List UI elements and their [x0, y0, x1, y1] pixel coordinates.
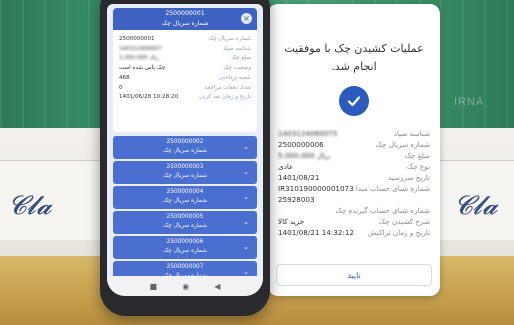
expanded-row-value: 2500000001 [119, 36, 155, 42]
receipt-row: تاریخ و زمان تراکنش 1401/08/21 14:32:12 [278, 227, 430, 238]
expanded-row-value: چک پاس شده است [119, 65, 166, 72]
chevron-down-icon[interactable]: ⌄ [243, 143, 249, 152]
expanded-row-value: ریال 1,000,000 [119, 55, 160, 62]
receipt-row: شماره شبای حساب مبدا IR310190000001073 [278, 183, 430, 194]
receipt-row: شناسه صیاد 1403124060075 [278, 128, 430, 139]
signature-left: 𝓒𝓵𝓪 [8, 191, 52, 221]
expanded-cheque-card: 2500000001 شماره سریال چک × شماره سریال … [113, 8, 257, 132]
receipt-row: 25928003 [278, 194, 430, 205]
expanded-row-label: شعبه پرداختی [218, 74, 251, 81]
receipt-row: مبلغ چک ریال 5,000,000 [278, 150, 430, 161]
receipt-row-label: تاریخ سررسید [387, 173, 430, 182]
receipt-row-label: مبلغ چک [404, 151, 430, 160]
cheque-image-left: 𝓒𝓵𝓪 [0, 160, 110, 240]
android-nav-bar: ■ ◉ ◀ [107, 276, 263, 296]
chevron-down-icon[interactable]: ⌄ [243, 218, 249, 227]
expanded-card-details: شماره سریال چک 2500000001 شناسه صیاد 140312… [113, 30, 257, 103]
expanded-row-value: 140312406007 [119, 45, 162, 52]
expanded-card-row: شناسه صیاد 140312406007 [119, 45, 251, 55]
cheque-list-item[interactable]: 2500000005 شماره سریال چک ⌄ [113, 211, 257, 234]
receipt-row: شماره شبای حساب گیرنده چک [278, 205, 430, 216]
receipt-row-value: 1403124060075 [278, 129, 338, 138]
cheque-item-serial: 2500000005 [166, 214, 204, 220]
receipt-row-label: شماره سریال چک [375, 140, 430, 149]
cheque-list-item[interactable]: 2500000006 شماره سریال چک ⌄ [113, 236, 257, 259]
back-icon[interactable]: ◀ [214, 282, 220, 291]
receipt-row: تاریخ سررسید 1401/08/21 [278, 172, 430, 183]
cheque-list: 2500000002 شماره سریال چک ⌄ 2500000003 شماره… [113, 136, 257, 296]
expanded-card-row: شعبه پرداختی 468 [119, 74, 251, 84]
receipt-row-value: 2500000006 [278, 140, 324, 149]
cheque-item-serial: 2500000007 [166, 264, 204, 270]
receipt-row: شرح کشیدن چک خرید کالا [278, 216, 430, 227]
receipt-row-value: ریال 5,000,000 [278, 151, 330, 160]
chevron-down-icon[interactable]: ⌄ [243, 243, 249, 252]
expanded-card-row: تاریخ و زمان نقد کردن 1401/06/28 10:28:20 [119, 93, 251, 103]
expanded-row-value: 0 [119, 84, 123, 91]
receipt-row: نوع چک عادی [278, 161, 430, 172]
success-check-icon [339, 86, 369, 116]
expanded-card-row: تعداد دفعات مراجعه 0 [119, 84, 251, 94]
receipt-row-label: شرح کشیدن چک [378, 217, 430, 226]
receipt-details: شناسه صیاد 1403124060075 شماره سریال چک 250… [278, 128, 430, 238]
phone-device: 2500000001 شماره سریال چک × شماره سریال … [100, 0, 270, 316]
receipt-row-value: 1401/08/21 14:32:12 [278, 228, 354, 237]
expanded-row-label: مبلغ چک [231, 55, 251, 62]
receipt-row: شماره سریال چک 2500000006 [278, 139, 430, 150]
receipt-row-value: عادی [278, 162, 294, 171]
close-icon[interactable]: × [241, 13, 252, 24]
expanded-row-label: تعداد دفعات مراجعه [204, 84, 251, 91]
cheque-list-item[interactable]: 2500000004 شماره سریال چک ⌄ [113, 186, 257, 209]
cheque-item-subtitle: شماره سریال چک [163, 148, 207, 154]
expanded-card-row: وضعیت چک چک پاس شده است [119, 64, 251, 74]
home-icon[interactable]: ◉ [182, 282, 189, 291]
cheque-item-subtitle: شماره سریال چک [163, 223, 207, 229]
chevron-down-icon[interactable]: ⌄ [243, 193, 249, 202]
expanded-card-serial: 2500000001 [165, 10, 205, 17]
cheque-item-subtitle: شماره سریال چک [163, 248, 207, 254]
cheque-list-item[interactable]: 2500000002 شماره سریال چک ⌄ [113, 136, 257, 159]
signature-right: 𝓒𝓵𝓪 [454, 191, 498, 221]
confirm-button[interactable]: تایید [276, 264, 432, 286]
expanded-row-value: 468 [119, 74, 130, 81]
cheque-item-serial: 2500000002 [166, 139, 204, 145]
expanded-card-row: شماره سریال چک 2500000001 [119, 35, 251, 45]
expanded-card-header[interactable]: 2500000001 شماره سریال چک × [113, 8, 257, 30]
expanded-row-label: شماره سریال چک [208, 36, 251, 42]
cheque-item-serial: 2500000003 [166, 164, 204, 170]
receipt-row-label: شماره شبای حساب مبدا [355, 184, 430, 193]
expanded-row-label: شناسه صیاد [222, 45, 251, 52]
success-receipt-panel: عملیات کشیدن چک با موفقیت انجام شد. شناس… [268, 4, 440, 296]
receipt-row-value: IR310190000001073 [278, 184, 354, 193]
receipt-title: عملیات کشیدن چک با موفقیت انجام شد. [284, 42, 424, 73]
cheque-list-item[interactable]: 2500000003 شماره سریال چک ⌄ [113, 161, 257, 184]
receipt-row-label: تاریخ و زمان تراکنش [367, 228, 430, 237]
receipt-row-label: شماره شبای حساب گیرنده چک [335, 206, 430, 215]
phone-screen: 2500000001 شماره سریال چک × شماره سریال … [107, 4, 263, 296]
receipt-row-value: 25928003 [278, 195, 315, 204]
receipt-row-label: نوع چک [406, 162, 430, 171]
receipt-row-value: 1401/08/21 [278, 173, 320, 182]
cheque-item-serial: 2500000006 [166, 239, 204, 245]
receipt-row-value: خرید کالا [278, 217, 305, 226]
cheque-item-subtitle: شماره سریال چک [163, 173, 207, 179]
watermark: IRNA [454, 96, 485, 108]
expanded-row-label: تاریخ و زمان نقد کردن [198, 94, 251, 101]
expanded-row-value: 1401/06/28 10:28:20 [119, 94, 179, 101]
expanded-card-subtitle: شماره سریال چک [161, 20, 209, 27]
recent-apps-icon[interactable]: ■ [150, 282, 158, 291]
cheque-item-serial: 2500000004 [166, 189, 204, 195]
receipt-row-label: شناسه صیاد [393, 129, 430, 138]
cheque-item-subtitle: شماره سریال چک [163, 198, 207, 204]
expanded-card-row: مبلغ چک ریال 1,000,000 [119, 54, 251, 64]
expanded-row-label: وضعیت چک [223, 65, 251, 72]
chevron-down-icon[interactable]: ⌄ [243, 168, 249, 177]
